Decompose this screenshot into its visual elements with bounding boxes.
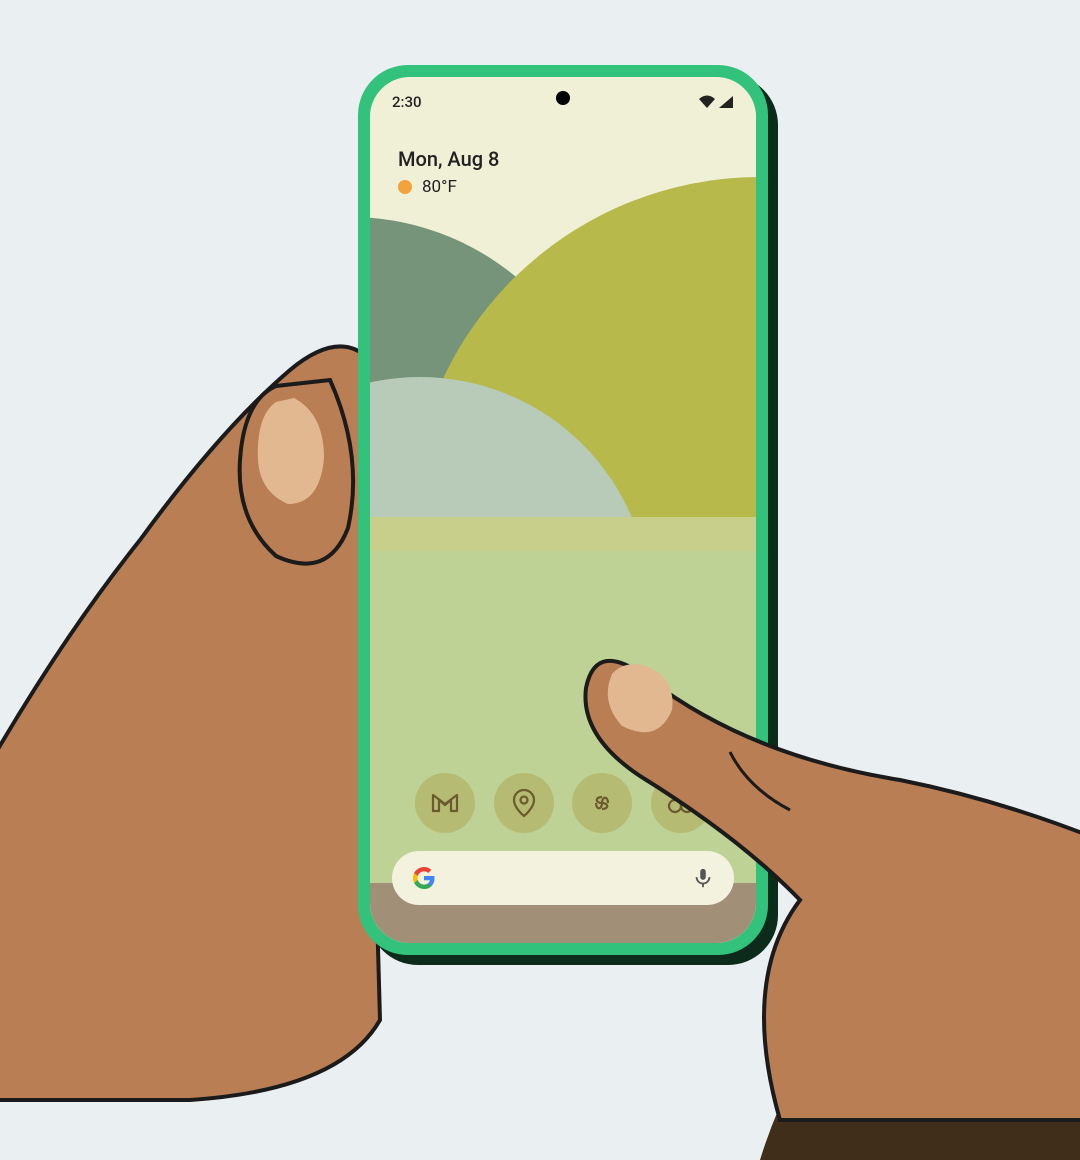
- app-gmail[interactable]: [415, 773, 475, 833]
- gmail-icon: [429, 787, 461, 819]
- app-maps[interactable]: [494, 773, 554, 833]
- hand-right-illustration: [580, 560, 1080, 1160]
- date-label: Mon, Aug 8: [398, 147, 499, 171]
- temperature-label: 80°F: [422, 177, 457, 197]
- signal-icon: [718, 95, 734, 109]
- wifi-icon: [698, 95, 716, 109]
- google-g-icon: [412, 866, 436, 890]
- map-pin-icon: [508, 787, 540, 819]
- status-bar: 2:30: [370, 77, 756, 117]
- at-a-glance-widget[interactable]: Mon, Aug 8 80°F: [398, 147, 499, 197]
- sun-icon: [398, 180, 412, 194]
- clock: 2:30: [392, 93, 422, 111]
